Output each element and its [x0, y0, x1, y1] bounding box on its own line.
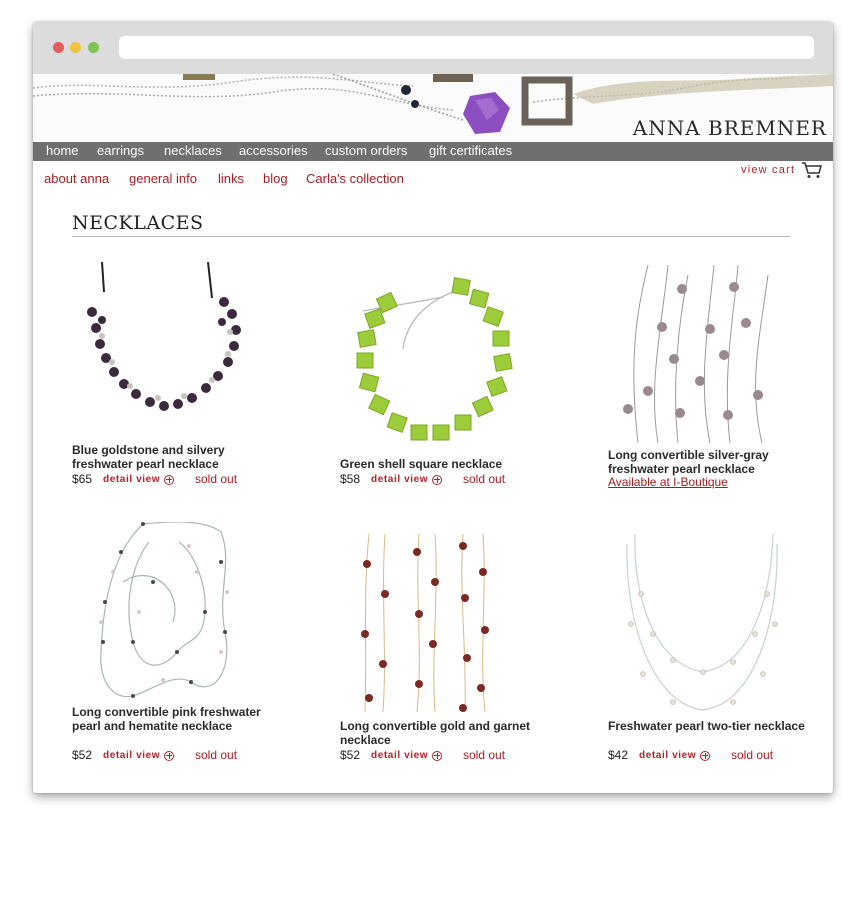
product-price: $65: [72, 472, 93, 486]
maximize-window-dot[interactable]: [88, 42, 99, 53]
plus-circle-icon: [432, 474, 443, 485]
sold-out-label: sold out: [463, 748, 506, 762]
product-name[interactable]: Long convertible gold and garnet necklac…: [340, 719, 540, 747]
plus-circle-icon: [164, 474, 175, 485]
available-at-boutique-link[interactable]: Available at I-Boutique: [608, 475, 728, 489]
view-cart-label: view cart: [741, 164, 796, 176]
detail-view-link[interactable]: detail view: [371, 474, 443, 485]
detail-view-label: detail view: [103, 750, 161, 761]
product-price: $52: [72, 748, 93, 762]
product-image-blue-goldstone[interactable]: [72, 262, 262, 440]
detail-view-link[interactable]: detail view: [371, 750, 443, 761]
product-name[interactable]: Long convertible pink freshwater pearl a…: [72, 705, 272, 733]
plus-circle-icon: [164, 750, 175, 761]
product-name[interactable]: Freshwater pearl two-tier necklace: [608, 719, 808, 733]
nav-gift-certificates[interactable]: gift certificates: [429, 143, 512, 158]
product-price: $58: [340, 472, 361, 486]
browser-chrome: [33, 22, 833, 74]
detail-view-label: detail view: [103, 474, 161, 485]
title-divider: [72, 236, 790, 237]
nav-carlas-collection[interactable]: Carla's collection: [306, 171, 404, 186]
brand-name: ANNA BREMNER: [632, 116, 827, 140]
close-window-dot[interactable]: [53, 42, 64, 53]
product-price: $52: [340, 748, 361, 762]
plus-circle-icon: [432, 750, 443, 761]
sold-out-label: sold out: [731, 748, 774, 762]
nav-general-info[interactable]: general info: [129, 171, 197, 186]
nav-about-anna[interactable]: about anna: [44, 171, 109, 186]
detail-view-link[interactable]: detail view: [103, 474, 175, 485]
product-image-two-tier-pearl[interactable]: [623, 534, 783, 714]
plus-circle-icon: [700, 750, 711, 761]
product-image-green-shell[interactable]: [343, 277, 523, 452]
cart-icon: [802, 162, 823, 178]
product-name[interactable]: Long convertible silver-gray freshwater …: [608, 448, 808, 476]
product-image-silver-gray-pearl[interactable]: [618, 265, 788, 445]
detail-view-link[interactable]: detail view: [639, 750, 711, 761]
browser-window: ANNA BREMNER home earrings necklaces acc…: [33, 22, 833, 793]
detail-view-link[interactable]: detail view: [103, 750, 175, 761]
sold-out-label: sold out: [195, 748, 238, 762]
product-name[interactable]: Green shell square necklace: [340, 457, 540, 471]
nav-blog[interactable]: blog: [263, 171, 288, 186]
product-image-pink-pearl-hematite[interactable]: [93, 522, 243, 702]
view-cart-link[interactable]: view cart: [741, 161, 823, 179]
product-name[interactable]: Blue goldstone and silvery freshwater pe…: [72, 443, 272, 471]
nav-home[interactable]: home: [46, 143, 79, 158]
page-title: NECKLACES: [72, 212, 204, 234]
minimize-window-dot[interactable]: [70, 42, 81, 53]
nav-necklaces[interactable]: necklaces: [164, 143, 222, 158]
site-banner: ANNA BREMNER: [33, 74, 833, 142]
address-bar[interactable]: [119, 36, 814, 59]
detail-view-label: detail view: [371, 750, 429, 761]
detail-view-label: detail view: [371, 474, 429, 485]
nav-accessories[interactable]: accessories: [239, 143, 308, 158]
nav-custom-orders[interactable]: custom orders: [325, 143, 407, 158]
sold-out-label: sold out: [195, 472, 238, 486]
product-price: $42: [608, 748, 629, 762]
product-image-gold-garnet[interactable]: [355, 534, 515, 714]
sold-out-label: sold out: [463, 472, 506, 486]
main-navigation: home earrings necklaces accessories cust…: [33, 142, 833, 161]
detail-view-label: detail view: [639, 750, 697, 761]
nav-earrings[interactable]: earrings: [97, 143, 144, 158]
nav-links[interactable]: links: [218, 171, 244, 186]
